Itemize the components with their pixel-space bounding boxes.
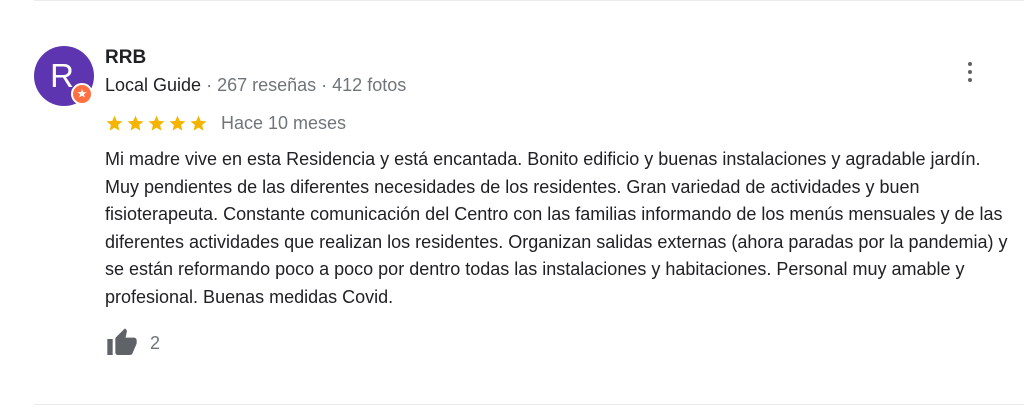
thumbs-up-icon <box>107 328 137 355</box>
more-vert-icon <box>968 62 972 66</box>
bottom-divider <box>34 404 1024 405</box>
meta-separator: · <box>316 75 333 95</box>
star-icon <box>127 115 144 131</box>
local-guide-badge-icon <box>71 83 93 105</box>
rating-row: Hace 10 meses <box>105 112 346 134</box>
more-vert-icon-dot <box>968 78 972 82</box>
star-icon <box>169 115 186 131</box>
local-guide-star-icon <box>77 89 87 98</box>
local-guide-label: Local Guide <box>105 75 202 95</box>
reviews-count: 267 reseñas <box>217 75 317 95</box>
like-button[interactable]: 2 <box>105 327 160 359</box>
meta-separator: · <box>201 75 218 95</box>
more-options-button[interactable] <box>958 58 982 86</box>
like-count: 2 <box>150 333 161 353</box>
avatar-container[interactable]: R <box>34 46 94 106</box>
more-vert-icon-dot <box>968 70 972 74</box>
star-icon <box>106 115 123 131</box>
review-time: Hace 10 meses <box>221 113 347 133</box>
reviewer-meta: Local Guide · 267 reseñas · 412 fotos <box>105 74 406 96</box>
photos-count: 412 fotos <box>332 75 407 95</box>
review-text: Mi madre vive en esta Residencia y está … <box>105 149 1008 307</box>
reviewer-name[interactable]: RRB <box>105 47 146 69</box>
avatar-letter: R <box>50 56 74 94</box>
star-rating <box>105 114 208 133</box>
review-card: R RRB Local Guide · 267 reseñas · 412 fo… <box>0 0 1024 415</box>
star-icon <box>148 115 165 131</box>
star-icon <box>190 115 207 131</box>
